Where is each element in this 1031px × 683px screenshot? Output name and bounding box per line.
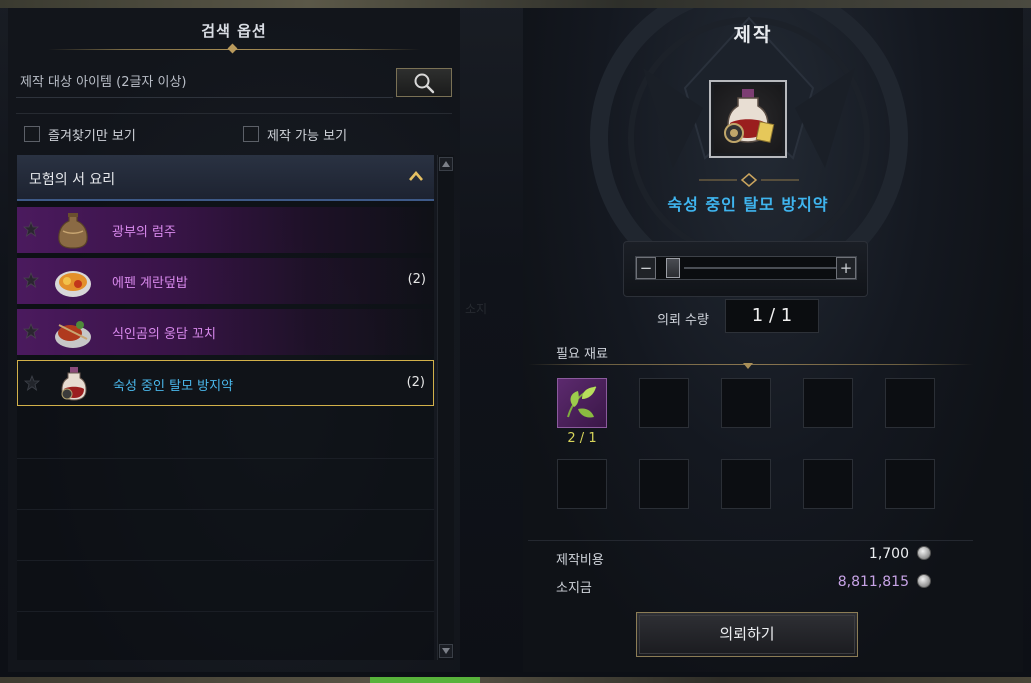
checkbox-box[interactable]	[24, 126, 40, 142]
favorite-star-icon[interactable]	[24, 375, 40, 391]
checkbox-box[interactable]	[243, 126, 259, 142]
arrow-up-icon	[442, 161, 450, 167]
crafted-item-slot[interactable]	[709, 80, 787, 158]
material-count: 2 / 1	[567, 431, 597, 446]
item-slot-inner	[714, 85, 782, 153]
craft-cost-value: 1,700	[868, 546, 909, 562]
chevron-up-icon	[409, 171, 423, 181]
quantity-slider[interactable]: − +	[623, 241, 868, 297]
recipe-item[interactable]: 광부의 럼주	[17, 207, 434, 253]
potion-bottle-icon	[61, 367, 87, 401]
scroll-up-button[interactable]	[439, 157, 453, 171]
bottom-border	[0, 677, 1031, 683]
crafted-item-name: 숙성 중인 탈모 방지약	[667, 195, 829, 214]
materials-label: 필요 재료	[556, 347, 608, 362]
slider-track[interactable]: − +	[635, 256, 857, 280]
material-slot-empty	[885, 459, 935, 509]
quantity-value: 1 / 1	[725, 299, 819, 333]
favorite-star-icon[interactable]	[23, 272, 39, 288]
scroll-down-button[interactable]	[439, 644, 453, 658]
recipe-item-selected[interactable]: 숙성 중인 탈모 방지약 (2)	[17, 360, 434, 406]
row-divider	[17, 560, 434, 561]
potion-bottle-icon	[724, 89, 775, 143]
money-label: 소지금	[556, 581, 592, 596]
herb-leaf-icon	[567, 386, 597, 418]
rum-bottle-icon	[58, 213, 88, 249]
material-slot-empty	[639, 459, 689, 509]
skewer-dish-icon	[55, 321, 91, 348]
silver-coin-icon	[917, 546, 931, 560]
row-divider	[17, 611, 434, 612]
increase-button[interactable]: +	[836, 257, 856, 279]
recipe-name: 광부의 럼주	[112, 225, 176, 240]
slider-bar[interactable]	[684, 267, 838, 269]
favorites-only-checkbox[interactable]: 즐겨찾기만 보기	[24, 124, 136, 144]
request-craft-button[interactable]: 의뢰하기	[636, 612, 858, 657]
search-options-title: 검색 옵션	[201, 22, 267, 40]
favorite-star-icon[interactable]	[23, 221, 39, 237]
material-slot-empty	[557, 459, 607, 509]
background-faint-text: 소지	[465, 302, 488, 316]
search-icon	[414, 73, 435, 93]
recipe-count: (2)	[407, 272, 426, 287]
top-border	[0, 0, 1031, 8]
recipe-item[interactable]: 에펜 계란덮밥 (2)	[17, 258, 434, 304]
craft-cost-label: 제작비용	[556, 553, 604, 568]
material-slot-empty	[803, 459, 853, 509]
filter-divider	[16, 113, 452, 114]
recipe-name: 식인곰의 웅담 꼬치	[112, 327, 216, 342]
decrease-button[interactable]: −	[636, 257, 656, 279]
cost-divider	[528, 540, 973, 541]
search-panel: 검색 옵션 즐겨찾기만 보기 제작 가능 보기 모험의 서 요리	[8, 8, 460, 672]
material-slot[interactable]	[557, 378, 607, 428]
egg-rice-bowl-icon	[55, 271, 91, 297]
craft-panel: 제작 숙성 중인 탈모 방지약 − + 의뢰 수량 1 / 1 필요 재료 2 …	[523, 8, 1023, 672]
search-input[interactable]	[16, 68, 393, 98]
recipe-list-scrollbar[interactable]	[437, 155, 454, 660]
silver-coin-icon	[917, 574, 931, 588]
category-label: 모험의 서 요리	[29, 172, 116, 188]
category-header-adventure-cooking[interactable]: 모험의 서 요리	[17, 155, 434, 201]
material-slot-empty	[639, 378, 689, 428]
craftable-only-checkbox[interactable]: 제작 가능 보기	[243, 124, 347, 144]
favorites-only-label: 즐겨찾기만 보기	[48, 128, 136, 144]
favorite-star-icon[interactable]	[23, 323, 39, 339]
money-value: 8,811,815	[837, 574, 909, 590]
craftable-only-label: 제작 가능 보기	[267, 128, 348, 144]
recipe-name: 에펜 계란덮밥	[112, 276, 188, 291]
bottom-green-bar	[370, 677, 480, 683]
quantity-label: 의뢰 수량	[657, 313, 709, 328]
slider-thumb[interactable]	[666, 258, 680, 278]
recipe-item[interactable]: 식인곰의 웅담 꼬치	[17, 309, 434, 355]
craft-title: 제작	[733, 24, 773, 46]
materials-arrow-ornament	[743, 363, 753, 369]
material-slot-empty	[721, 459, 771, 509]
row-divider	[17, 458, 434, 459]
recipe-name: 숙성 중인 탈모 방지약	[113, 379, 234, 394]
recipe-count: (2)	[406, 375, 425, 390]
arrow-down-icon	[442, 648, 450, 654]
material-slot-empty	[721, 378, 771, 428]
crafting-window: 검색 옵션 즐겨찾기만 보기 제작 가능 보기 모험의 서 요리	[0, 0, 1031, 683]
row-divider	[17, 509, 434, 510]
item-name-ornament	[699, 173, 799, 187]
material-slot-empty	[803, 378, 853, 428]
title-diamond-ornament	[227, 43, 238, 54]
search-button[interactable]	[396, 68, 452, 97]
material-slot-empty	[885, 378, 935, 428]
